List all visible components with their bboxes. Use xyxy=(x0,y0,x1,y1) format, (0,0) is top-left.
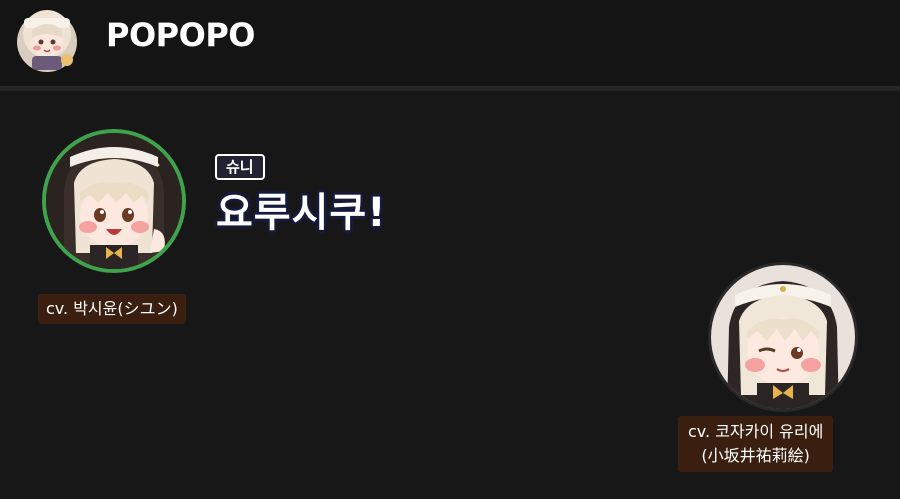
stream-page: POPOPO cv. 박시윤(シユン) 슈니 요루시쿠! cv. 코자카이 유리… xyxy=(0,0,900,499)
chibi-character-logo-icon xyxy=(17,10,77,72)
header-bar: POPOPO xyxy=(0,0,900,86)
app-logo[interactable] xyxy=(10,4,84,74)
speaker-avatar-2[interactable] xyxy=(711,265,855,409)
voice-actor-label: cv. 박시윤(シユン) xyxy=(46,299,178,318)
speech-text: 요루시쿠! xyxy=(216,190,387,236)
chibi-nun-avatar-icon xyxy=(711,265,855,409)
speaker-name-badge: 슈니 xyxy=(215,154,265,180)
voice-actor-tag: cv. 박시윤(シユン) xyxy=(38,294,186,324)
chibi-nun-avatar-icon xyxy=(46,133,182,269)
voice-actor-tag: cv. 코자카이 유리에 (小坂井祐莉絵) xyxy=(678,416,834,472)
speaker-avatar-shuni[interactable] xyxy=(46,133,182,269)
header-divider xyxy=(0,86,900,91)
voice-actor-label-line1: cv. 코자카이 유리에 xyxy=(688,422,824,441)
voice-actor-label-line2: (小坂井祐莉絵) xyxy=(701,446,810,465)
app-title: POPOPO xyxy=(106,16,255,54)
